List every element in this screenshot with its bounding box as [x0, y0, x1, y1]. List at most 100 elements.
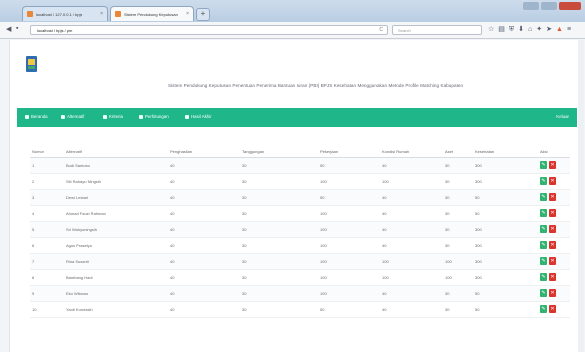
edit-button[interactable]: ✎ — [540, 177, 547, 185]
reload-icon[interactable]: C — [379, 27, 383, 33]
edit-button[interactable]: ✎ — [540, 289, 547, 297]
delete-button[interactable]: ✕ — [549, 177, 556, 185]
send-icon[interactable]: ➤ — [546, 25, 552, 34]
table-cell-no: 1 — [32, 163, 35, 168]
main-menu: Beranda Alternatif Kriteria Perhitungan … — [17, 108, 577, 127]
column-header[interactable]: Aset — [445, 149, 453, 154]
check-icon — [185, 114, 189, 119]
table-row: 8 Bambang Hadi 40 30 100 100 100 300 ✎ ✕ — [30, 270, 570, 286]
table-cell-no: 6 — [32, 243, 35, 248]
menu-item-beranda[interactable]: Beranda — [25, 114, 48, 119]
table-cell-c1: 40 — [170, 259, 175, 264]
edit-button[interactable]: ✎ — [540, 241, 547, 249]
search-input[interactable]: Search — [392, 25, 482, 35]
tab-bar: localhost / 127.0.0.1 / bpjs × Sistem Pe… — [0, 0, 585, 22]
edit-button[interactable]: ✎ — [540, 273, 547, 281]
table-cell-c4: 40 — [382, 291, 387, 296]
table-cell-c5: 30 — [445, 227, 450, 232]
close-window-button[interactable] — [559, 2, 581, 10]
home-icon[interactable]: ⌂ — [528, 25, 532, 34]
delete-button[interactable]: ✕ — [549, 193, 556, 201]
table-cell-c4: 40 — [382, 195, 387, 200]
close-tab-icon[interactable]: × — [100, 11, 103, 17]
new-tab-button[interactable]: + — [196, 8, 210, 21]
edit-button[interactable]: ✎ — [540, 225, 547, 233]
shield-icon[interactable]: ⛨ — [509, 25, 514, 34]
column-header[interactable]: Tanggungan — [242, 149, 264, 154]
table-cell-c3: 100 — [320, 291, 327, 296]
download-icon[interactable]: ⬇ — [518, 25, 524, 34]
edit-button[interactable]: ✎ — [540, 305, 547, 313]
delete-button[interactable]: ✕ — [549, 161, 556, 169]
table-cell-c2: 30 — [242, 179, 247, 184]
table-cell-c6: 300 — [475, 243, 482, 248]
menu-label: Alternatif — [67, 114, 85, 119]
edit-button[interactable]: ✎ — [540, 193, 547, 201]
table-body: 1 Budi Santoso 40 30 50 40 30 300 ✎ ✕ 2 Siti Rahayu… — [30, 158, 570, 318]
table-cell-c3: 100 — [320, 259, 327, 264]
table-row: 1 Budi Santoso 40 30 50 40 30 300 ✎ ✕ — [30, 158, 570, 174]
delete-button[interactable]: ✕ — [549, 241, 556, 249]
delete-button[interactable]: ✕ — [549, 305, 556, 313]
table-cell-c5: 100 — [445, 275, 452, 280]
menu-label: Perhitungan — [145, 114, 169, 119]
column-header[interactable]: Kesehatan — [475, 149, 494, 154]
tab-spk[interactable]: Sistem Pendukung Keputusan × — [110, 6, 194, 21]
table-cell-c5: 30 — [445, 291, 450, 296]
menu-item-alternatif[interactable]: Alternatif — [61, 114, 84, 119]
bookmark-icon[interactable]: ✦ — [536, 25, 542, 34]
column-header[interactable]: Kondisi Rumah — [382, 149, 409, 154]
table-cell-c1: 40 — [170, 227, 175, 232]
column-header[interactable]: Alternatif — [66, 149, 82, 154]
table-cell-no: 7 — [32, 259, 35, 264]
navigation-bar: ◀ ▪ localhost / bpjs / pm C Search ☆ ▤ ⛨… — [0, 22, 585, 39]
table-cell-c1: 40 — [170, 307, 175, 312]
table-row: 10 Yanti Kurniasih 40 30 50 40 30 50 ✎ ✕ — [30, 302, 570, 318]
table-row: 3 Dewi Lestari 40 30 50 40 30 50 ✎ ✕ — [30, 190, 570, 206]
page-scrollbar[interactable] — [578, 40, 584, 352]
tab-phpmyadmin[interactable]: localhost / 127.0.0.1 / bpjs × — [22, 6, 108, 21]
delete-button[interactable]: ✕ — [549, 257, 556, 265]
minimize-button[interactable] — [523, 2, 539, 10]
table-cell-c4: 100 — [382, 179, 389, 184]
table-cell-c3: 100 — [320, 179, 327, 184]
edit-button[interactable]: ✎ — [540, 257, 547, 265]
table-row: 2 Siti Rahayu Ningsih 40 30 100 100 30 300 ✎ ✕ — [30, 174, 570, 190]
delete-button[interactable]: ✕ — [549, 225, 556, 233]
table-cell-c2: 30 — [242, 243, 247, 248]
column-header[interactable]: Pekerjaan — [320, 149, 338, 154]
column-header[interactable]: Penghasilan — [170, 149, 192, 154]
menu-item-perhitungan[interactable]: Perhitungan — [139, 114, 169, 119]
close-tab-icon[interactable]: × — [186, 11, 189, 17]
delete-button[interactable]: ✕ — [549, 209, 556, 217]
reading-list-icon[interactable]: ▤ — [498, 25, 505, 34]
star-icon[interactable]: ☆ — [488, 25, 494, 34]
table-cell-name: Bambang Hadi — [66, 275, 93, 280]
logout-link[interactable]: Keluar — [556, 114, 569, 119]
search-placeholder: Search — [398, 28, 411, 33]
table-cell-c4: 40 — [382, 227, 387, 232]
favicon-icon — [115, 11, 121, 17]
table-cell-name: Eko Wibowo — [66, 291, 89, 296]
table-cell-c5: 30 — [445, 179, 450, 184]
table-cell-name: Dewi Lestari — [66, 195, 89, 200]
addon-icon[interactable]: ▲ — [556, 25, 563, 34]
window-controls — [523, 2, 581, 10]
delete-button[interactable]: ✕ — [549, 273, 556, 281]
table-row: 6 Agus Prasetyo 40 30 100 40 30 300 ✎ ✕ — [30, 238, 570, 254]
menu-label: Kriteria — [109, 114, 123, 119]
edit-button[interactable]: ✎ — [540, 161, 547, 169]
back-icon[interactable]: ◀ — [6, 25, 11, 33]
maximize-button[interactable] — [541, 2, 557, 10]
delete-button[interactable]: ✕ — [549, 289, 556, 297]
table-cell-name: Ahmad Fauzi Rahman — [66, 211, 106, 216]
table-cell-c2: 30 — [242, 227, 247, 232]
menu-item-kriteria[interactable]: Kriteria — [103, 114, 123, 119]
menu-item-hasil[interactable]: Hasil Akhir — [185, 114, 212, 119]
address-bar[interactable]: localhost / bpjs / pm C — [30, 25, 388, 35]
menu-icon[interactable]: ≡ — [567, 25, 571, 34]
column-header[interactable]: Nomor — [32, 149, 44, 154]
table-cell-c6: 50 — [475, 307, 480, 312]
table-cell-c4: 40 — [382, 211, 387, 216]
edit-button[interactable]: ✎ — [540, 209, 547, 217]
